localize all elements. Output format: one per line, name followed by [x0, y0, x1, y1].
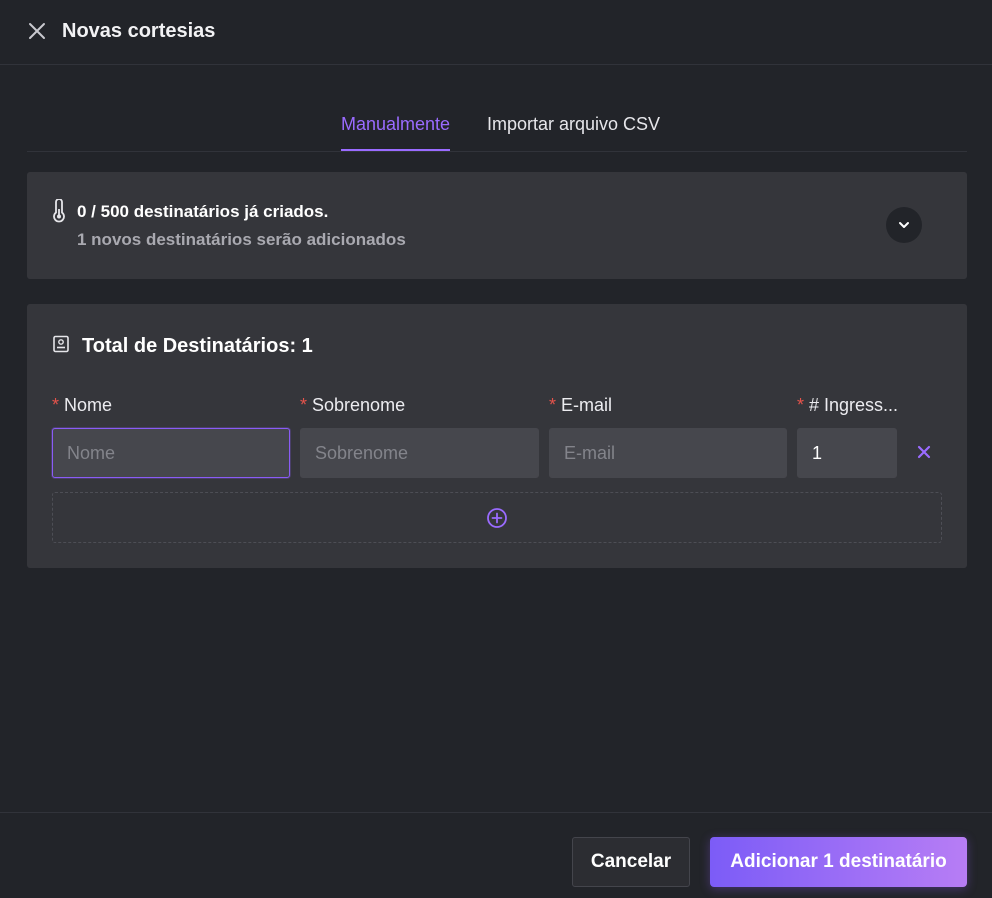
chevron-down-icon	[899, 222, 909, 228]
close-icon	[917, 445, 931, 459]
tickets-label: * # Ingress...	[797, 395, 898, 416]
total-recipients-label: Total de Destinatários: 1	[82, 335, 313, 357]
email-label: * E-mail	[549, 395, 612, 416]
add-recipient-button[interactable]	[52, 492, 942, 543]
thermometer-icon	[51, 198, 67, 223]
email-label-text: E-mail	[561, 395, 613, 415]
name-label-text: Nome	[64, 395, 113, 415]
name-input[interactable]	[52, 428, 290, 478]
recipients-form-card: Total de Destinatários: 1 * Nome * Sobreno…	[27, 304, 967, 568]
expand-button[interactable]	[886, 207, 922, 243]
surname-label-text: Sobrenome	[312, 395, 406, 415]
tickets-input[interactable]	[797, 428, 897, 478]
contact-card-icon	[52, 335, 70, 353]
plus-circle-icon	[487, 507, 507, 528]
required-marker: *	[300, 395, 308, 415]
tickets-label-text: # Ingress...	[809, 395, 899, 415]
recipients-new-text: 1 novos destinatários serão adicionados	[77, 230, 406, 249]
email-input[interactable]	[549, 428, 787, 478]
remove-row-button[interactable]	[915, 443, 933, 461]
add-recipient-submit-button[interactable]: Adicionar 1 destinatário	[710, 837, 967, 887]
surname-input[interactable]	[300, 428, 539, 478]
recipients-info-card: 0 / 500 destinatários já criados. 1 novo…	[27, 172, 967, 279]
required-marker: *	[52, 395, 60, 415]
tab-importar-csv[interactable]: Importar arquivo CSV	[487, 114, 660, 149]
required-marker: *	[549, 395, 557, 415]
close-icon[interactable]	[26, 20, 48, 42]
required-marker: *	[797, 395, 805, 415]
cancel-button[interactable]: Cancelar	[572, 837, 690, 887]
name-label: * Nome	[52, 395, 112, 416]
recipients-created-text: 0 / 500 destinatários já criados.	[77, 202, 329, 221]
modal-header: Novas cortesias	[0, 0, 992, 65]
surname-label: * Sobrenome	[300, 395, 405, 416]
modal-footer: Cancelar Adicionar 1 destinatário	[0, 812, 992, 898]
modal-title: Novas cortesias	[62, 20, 216, 42]
tab-manualmente[interactable]: Manualmente	[341, 114, 451, 151]
tab-bar: Manualmente Importar arquivo CSV	[27, 100, 967, 152]
